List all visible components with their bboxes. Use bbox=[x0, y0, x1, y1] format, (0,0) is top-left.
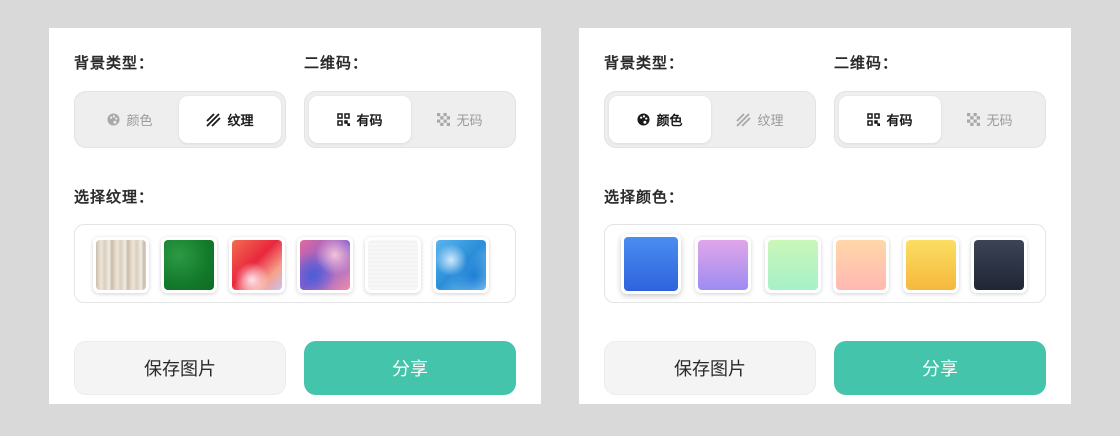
background-type-toggle: 颜色 纹理 bbox=[74, 91, 286, 148]
settings-panel-color: 背景类型： 二维码： 颜色 纹理 有码 无码 选择颜色： 保存图片 分享 bbox=[579, 28, 1071, 404]
texture-stripes-icon bbox=[206, 112, 222, 127]
swatch-fill bbox=[624, 237, 678, 291]
bg-option-texture[interactable]: 纹理 bbox=[709, 96, 811, 143]
checker-icon bbox=[437, 113, 451, 126]
qrcode-toggle: 有码 无码 bbox=[834, 91, 1046, 148]
swatch-purple-gradient[interactable] bbox=[695, 237, 751, 293]
swatch-yellow-gradient[interactable] bbox=[903, 237, 959, 293]
bg-option-texture-label: 纹理 bbox=[757, 114, 784, 129]
bg-option-color[interactable]: 颜色 bbox=[609, 96, 711, 143]
texture-stripes-icon bbox=[736, 112, 752, 127]
swatch-blue-gradient[interactable] bbox=[621, 234, 681, 294]
bg-option-color-label: 颜色 bbox=[126, 114, 153, 129]
qr-option-no-code-label: 无码 bbox=[986, 114, 1013, 129]
qr-option-with-code[interactable]: 有码 bbox=[839, 96, 941, 143]
swatch-green-felt-texture[interactable] bbox=[161, 237, 217, 293]
swatch-fill bbox=[768, 240, 818, 290]
background-type-label: 背景类型： bbox=[604, 54, 685, 72]
select-texture-label: 选择纹理： bbox=[74, 188, 155, 206]
qr-option-no-code[interactable]: 无码 bbox=[939, 96, 1041, 143]
qrcode-icon bbox=[337, 113, 351, 126]
bg-option-texture[interactable]: 纹理 bbox=[179, 96, 281, 143]
share-button[interactable]: 分享 bbox=[834, 341, 1046, 395]
share-button[interactable]: 分享 bbox=[304, 341, 516, 395]
swatch-wood-texture[interactable] bbox=[93, 237, 149, 293]
checker-icon bbox=[967, 113, 981, 126]
swatch-purple-watercolor-texture[interactable] bbox=[297, 237, 353, 293]
swatch-peach-gradient[interactable] bbox=[833, 237, 889, 293]
select-color-label: 选择颜色： bbox=[604, 188, 685, 206]
palette-icon bbox=[637, 113, 651, 126]
color-swatch-list bbox=[604, 224, 1046, 303]
bg-option-color-label: 颜色 bbox=[656, 114, 683, 129]
swatch-white-paper-texture[interactable] bbox=[365, 237, 421, 293]
qrcode-icon bbox=[867, 113, 881, 126]
background-type-toggle: 颜色 纹理 bbox=[604, 91, 816, 148]
swatch-fill bbox=[836, 240, 886, 290]
qr-option-with-code[interactable]: 有码 bbox=[309, 96, 411, 143]
swatch-fill bbox=[974, 240, 1024, 290]
qr-option-with-code-label: 有码 bbox=[356, 114, 383, 129]
qr-option-no-code[interactable]: 无码 bbox=[409, 96, 511, 143]
bg-option-texture-label: 纹理 bbox=[227, 114, 254, 129]
background-type-label: 背景类型： bbox=[74, 54, 155, 72]
swatch-red-abstract-texture[interactable] bbox=[229, 237, 285, 293]
swatch-green-gradient[interactable] bbox=[765, 237, 821, 293]
qr-option-with-code-label: 有码 bbox=[886, 114, 913, 129]
qrcode-label: 二维码： bbox=[834, 54, 899, 72]
texture-swatch-list bbox=[74, 224, 516, 303]
swatch-dark-gradient[interactable] bbox=[971, 237, 1027, 293]
swatch-blue-marble-texture[interactable] bbox=[433, 237, 489, 293]
palette-icon bbox=[107, 113, 121, 126]
swatch-fill bbox=[698, 240, 748, 290]
qrcode-toggle: 有码 无码 bbox=[304, 91, 516, 148]
bg-option-color[interactable]: 颜色 bbox=[79, 96, 181, 143]
save-image-button[interactable]: 保存图片 bbox=[74, 341, 286, 395]
swatch-fill bbox=[906, 240, 956, 290]
qr-option-no-code-label: 无码 bbox=[456, 114, 483, 129]
qrcode-label: 二维码： bbox=[304, 54, 369, 72]
settings-panel-texture: 背景类型： 二维码： 颜色 纹理 有码 无码 选择纹理： 保存图片 分享 bbox=[49, 28, 541, 404]
save-image-button[interactable]: 保存图片 bbox=[604, 341, 816, 395]
